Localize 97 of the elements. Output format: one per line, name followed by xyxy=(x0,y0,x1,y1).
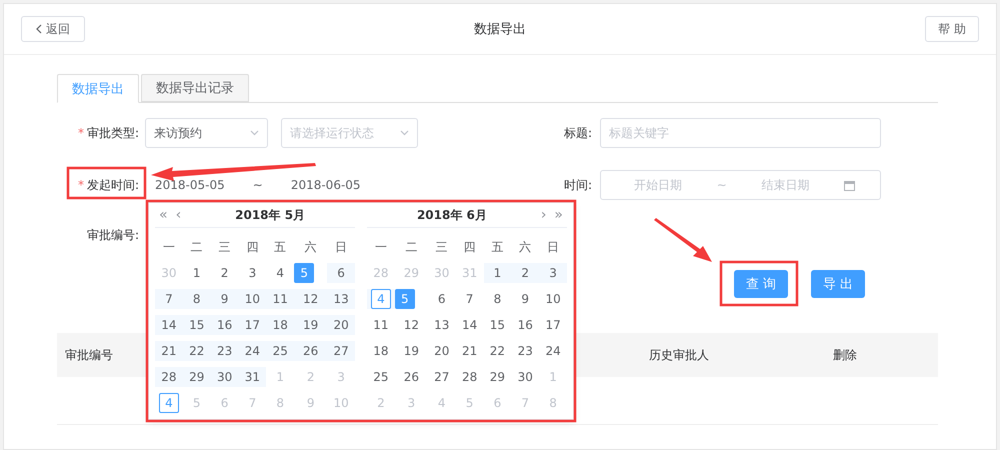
prev-month-button[interactable]: ‹ xyxy=(172,207,186,223)
calendar-day[interactable]: 9 xyxy=(214,289,235,309)
calendar-day[interactable]: 14 xyxy=(460,315,480,335)
calendar-day[interactable]: 21 xyxy=(158,341,179,361)
calendar-day[interactable]: 3 xyxy=(543,263,564,283)
calendar-day[interactable]: 11 xyxy=(270,289,290,309)
weekday-label: 四 xyxy=(246,238,258,256)
weekday-label: 日 xyxy=(335,238,348,256)
field-label: 审批编号: xyxy=(86,226,139,244)
calendar-day[interactable]: 25 xyxy=(370,367,391,387)
calendar-day[interactable]: 23 xyxy=(515,341,536,361)
calendar-day[interactable]: 20 xyxy=(331,315,352,335)
calendar-day[interactable]: 6 xyxy=(432,289,452,309)
field-label: 标题: xyxy=(562,124,593,142)
calendar-day[interactable]: 8 xyxy=(487,289,508,309)
calendar-day[interactable]: 8 xyxy=(186,289,207,309)
next-year-button[interactable]: » xyxy=(550,207,567,223)
calendar-day[interactable]: 16 xyxy=(214,315,235,335)
field-label: 审批类型: xyxy=(86,124,139,142)
calendar-day[interactable]: 30 xyxy=(515,367,536,387)
column-header: 删除 xyxy=(833,346,857,364)
input-field[interactable]: 标题关键字 xyxy=(600,118,881,148)
calendar-day[interactable]: 17 xyxy=(543,315,564,335)
calendar-day[interactable]: 17 xyxy=(242,315,262,335)
calendar-day[interactable]: 15 xyxy=(186,315,207,335)
calendar-day[interactable]: 26 xyxy=(401,367,422,387)
calendar-day[interactable]: 12 xyxy=(401,315,422,335)
calendar-day[interactable]: 21 xyxy=(460,341,480,361)
calendar-day[interactable]: 29 xyxy=(186,367,207,387)
required-mark: * xyxy=(78,126,84,140)
weekday-label: 日 xyxy=(547,238,560,256)
calendar-day[interactable]: 27 xyxy=(331,341,352,361)
back-button[interactable]: 返回 xyxy=(21,16,85,42)
weekday-label: 六 xyxy=(304,238,317,256)
calendar-day[interactable]: 23 xyxy=(214,341,235,361)
weekday-label: 一 xyxy=(374,238,387,256)
calendar-day[interactable]: 22 xyxy=(487,341,508,361)
weekday-label: 五 xyxy=(274,238,286,256)
prev-year-button[interactable]: « xyxy=(155,207,172,223)
calendar-day[interactable]: 12 xyxy=(300,289,321,309)
calendar-day[interactable]: 1 xyxy=(487,263,508,283)
field-label: 时间: xyxy=(562,176,593,194)
calendar-day[interactable]: 1 xyxy=(186,263,207,283)
calendar-day[interactable]: 28 xyxy=(460,367,480,387)
select-field[interactable]: 来访预约 xyxy=(145,118,268,148)
calendar-day[interactable]: 25 xyxy=(270,341,290,361)
column-header: 历史审批人 xyxy=(649,346,709,364)
range-separator: ~ xyxy=(252,178,263,192)
weekday-label: 六 xyxy=(519,238,532,256)
calendar-day[interactable]: 6 xyxy=(331,263,352,283)
page-title: 数据导出 xyxy=(474,21,526,38)
calendar-day[interactable]: 19 xyxy=(401,341,422,361)
weekday-label: 一 xyxy=(162,238,175,256)
column-header: 审批编号 xyxy=(65,346,113,364)
calendar-day[interactable]: 29 xyxy=(487,367,508,387)
calendar-day[interactable]: 10 xyxy=(543,289,564,309)
required-mark: * xyxy=(78,178,84,192)
calendar-day[interactable]: 24 xyxy=(543,341,564,361)
calendar-day[interactable]: 7 xyxy=(460,289,480,309)
calendar-day[interactable]: 31 xyxy=(242,367,262,387)
calendar-day[interactable]: 2 xyxy=(214,263,235,283)
month-title: 2018年 6月 xyxy=(416,206,488,224)
weekday-label: 四 xyxy=(464,238,476,256)
calendar-day[interactable]: 4 xyxy=(270,263,290,283)
calendar-day[interactable]: 26 xyxy=(300,341,321,361)
calendar-day[interactable]: 16 xyxy=(515,315,536,335)
calendar-day[interactable]: 13 xyxy=(331,289,352,309)
date-value[interactable]: 2018-05-05 xyxy=(155,178,225,192)
calendar-day[interactable]: 3 xyxy=(242,263,262,283)
weekday-label: 三 xyxy=(218,238,231,256)
calendar-day[interactable]: 9 xyxy=(515,289,536,309)
calendar-day[interactable]: 28 xyxy=(158,367,179,387)
calendar-day[interactable]: 19 xyxy=(300,315,321,335)
calendar-day[interactable]: 13 xyxy=(432,315,452,335)
calendar-day[interactable]: 22 xyxy=(186,341,207,361)
weekday-label: 二 xyxy=(405,238,418,256)
weekday-label: 三 xyxy=(436,238,448,256)
calendar-day[interactable]: 20 xyxy=(432,341,452,361)
calendar-day[interactable]: 30 xyxy=(214,367,235,387)
next-month-button[interactable]: › xyxy=(536,207,550,223)
calendar-day[interactable]: 18 xyxy=(370,341,391,361)
date-value[interactable]: 2018-06-05 xyxy=(290,178,361,192)
calendar-day[interactable]: 15 xyxy=(487,315,508,335)
help-button[interactable]: 帮 助 xyxy=(925,16,979,42)
month-title: 2018年 5月 xyxy=(234,206,306,224)
field-label: 发起时间: xyxy=(86,176,139,194)
calendar-day[interactable]: 14 xyxy=(158,315,179,335)
calendar-day[interactable]: 2 xyxy=(515,263,536,283)
calendar-day[interactable]: 18 xyxy=(270,315,290,335)
calendar-day[interactable]: 27 xyxy=(432,367,452,387)
weekday-label: 五 xyxy=(491,238,504,256)
calendar-day[interactable]: 11 xyxy=(370,315,391,335)
calendar-day[interactable]: 24 xyxy=(242,341,262,361)
calendar-day[interactable]: 7 xyxy=(158,289,179,309)
tab[interactable]: 数据导出记录 xyxy=(141,74,249,102)
weekday-label: 二 xyxy=(190,238,203,256)
calendar-day[interactable]: 10 xyxy=(242,289,262,309)
